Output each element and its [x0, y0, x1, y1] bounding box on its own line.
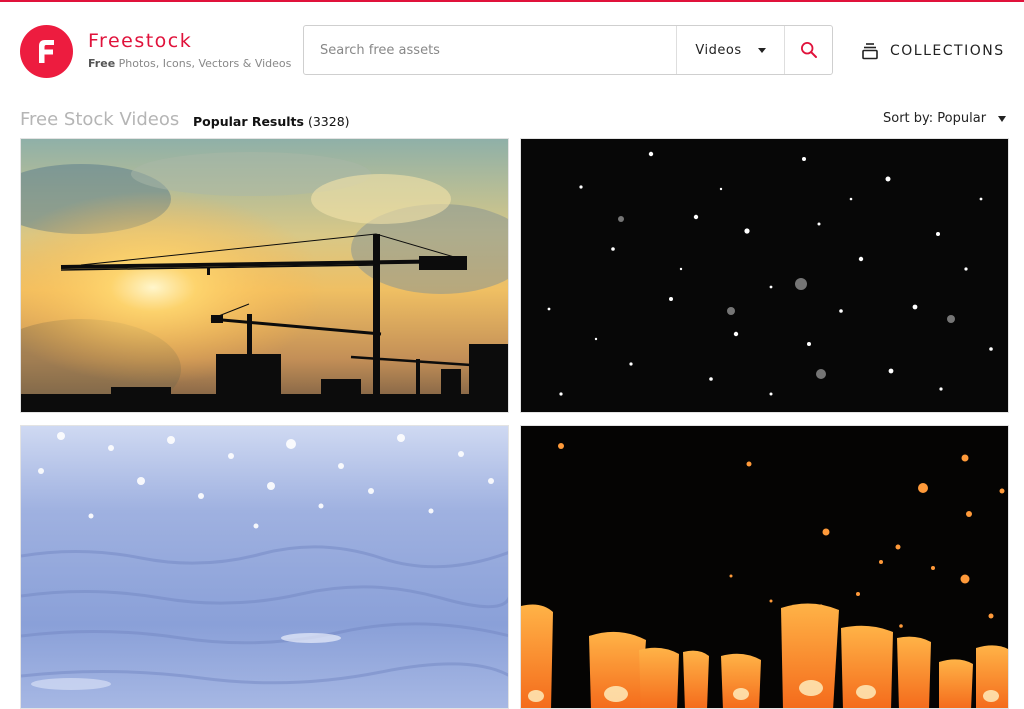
magnifier-icon [800, 41, 817, 58]
video-thumbnail-water[interactable] [20, 425, 509, 709]
collections-label: COLLECTIONS [890, 43, 1005, 59]
caret-down-icon [757, 47, 766, 53]
brand-name: Freestock [88, 29, 193, 52]
video-thumbnail-cranes[interactable] [20, 138, 509, 413]
top-accent-bar [0, 0, 1024, 2]
results-summary: Popular Results (3328) [193, 114, 350, 129]
sky-lanterns-image [521, 426, 1008, 708]
snow-night-image [521, 139, 1008, 412]
sort-label: Sort by: Popular [883, 111, 987, 126]
stack-icon [862, 43, 878, 60]
page-title: Free Stock Videos [20, 109, 180, 130]
cranes-sunset-image [21, 139, 508, 412]
results-count: (3328) [307, 114, 350, 129]
brand-logo-link[interactable]: Freestock Free Photos, Icons, Vectors & … [20, 25, 291, 78]
asset-type-value: Videos [695, 42, 742, 58]
brand-tagline: Free Photos, Icons, Vectors & Videos [88, 56, 292, 70]
brand-logo-icon [20, 25, 73, 78]
sort-dropdown[interactable]: Sort by: Popular [883, 111, 1007, 126]
water-surface-image [21, 426, 508, 708]
caret-down-icon [998, 115, 1007, 122]
asset-type-dropdown[interactable]: Videos [676, 26, 784, 74]
results-label: Popular Results [193, 114, 304, 129]
video-thumbnail-snow[interactable] [520, 138, 1009, 413]
search-bar: Videos [303, 25, 833, 75]
video-thumbnail-lanterns[interactable] [520, 425, 1009, 709]
search-button[interactable] [784, 26, 832, 74]
collections-button[interactable]: COLLECTIONS [862, 42, 1005, 60]
search-input[interactable] [304, 26, 676, 74]
